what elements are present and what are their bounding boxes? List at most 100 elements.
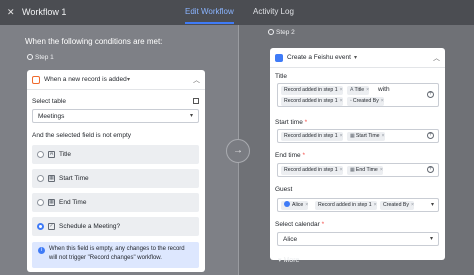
field-name: Schedule a Meeting? [59,223,121,230]
close-icon[interactable]: × [380,167,383,173]
tab-activity-log[interactable]: Activity Log [253,7,294,16]
end-time-input[interactable]: Record added in step 1 × ▦End Time × + [277,163,439,177]
field-name: Start Time [59,175,89,182]
start-time-label: Start time * [275,119,307,126]
close-icon[interactable]: × [374,202,377,208]
token-text: Record added in step 1 [284,98,338,104]
step-1-text: Step 1 [35,54,54,61]
trigger-card: When a new record is added ▾ ︿ Select ta… [27,70,205,272]
close-icon[interactable]: × [381,98,384,104]
feishu-calendar-icon [275,54,283,62]
title-label: Title [275,73,288,80]
close-icon[interactable]: × [366,87,369,93]
token-chip[interactable]: Record added in step 1 × [281,132,343,141]
action-label: Create a Feishu event [287,54,351,61]
chevron-down-icon[interactable]: ▾ [127,76,130,83]
radio-button[interactable] [37,199,44,206]
top-bar: ✕ Workflow 1 Edit Workflow Activity Log [0,0,474,25]
start-time-text: Start time [275,119,303,126]
token-text: Record added in step 1 [284,167,338,173]
chevron-up-icon[interactable]: ︿ [433,53,440,63]
calendar-field-icon: ▦ [350,133,355,139]
add-variable-icon[interactable]: + [427,132,434,139]
radio-button-selected[interactable] [37,223,44,230]
close-icon[interactable]: × [340,87,343,93]
token-text: Alice [292,202,304,208]
table-select[interactable]: Meetings ▾ [32,109,199,123]
external-link-icon[interactable] [193,98,199,104]
field-name: End Time [59,199,87,206]
arrow-right-icon: → [226,139,250,163]
text-field-icon: A [350,87,354,93]
info-text: When this field is empty, any changes to… [49,246,185,261]
radio-button[interactable] [37,151,44,158]
token-text: Record added in step 1 [318,202,372,208]
title-input[interactable]: Record added in step 1 × ATitle × with Rec… [277,83,439,107]
action-card-header[interactable]: Create a Feishu event ▾ ︿ [270,48,445,68]
step-icon [27,54,33,60]
tab-edit-workflow[interactable]: Edit Workflow [185,7,234,24]
checkbox-field-icon: ✓ [48,223,55,230]
info-notice: i When this field is empty, any changes … [32,242,199,268]
calendar-select-value: Alice [283,236,298,243]
required-mark: * [302,152,305,159]
add-variable-icon[interactable]: + [427,166,434,173]
chevron-down-icon: ▾ [429,236,433,242]
close-icon[interactable]: × [340,167,343,173]
field-empty-label: And the selected field is not empty [32,132,132,139]
workflow-title: Workflow 1 [22,7,67,17]
close-icon[interactable]: × [340,98,343,104]
token-chip[interactable]: Record added in step 1 × [315,201,377,210]
token-chip[interactable]: ATitle × [347,86,370,95]
chevron-down-icon[interactable]: ▾ [354,54,357,61]
token-chip[interactable]: ◦Created By × [347,97,384,106]
token-chip[interactable]: ▦Start Time × [347,132,385,141]
token-chip[interactable]: Record added in step 1 × [281,97,343,106]
token-chip[interactable]: Record added in step 1 × [281,86,343,95]
chevron-down-icon[interactable]: ▾ [431,201,434,208]
field-option-start-time[interactable]: ▦ Start Time [32,169,199,188]
radio-button[interactable] [37,175,44,182]
token-text: Title [354,87,365,93]
field-option-schedule-meeting[interactable]: ✓ Schedule a Meeting? [32,217,199,236]
end-time-label: End time * [275,152,305,159]
end-time-text: End time [275,152,301,159]
more-toggle[interactable]: ▾ More [278,256,299,264]
guest-label: Guest [275,186,293,193]
calendar-label: Select calendar * [275,221,324,228]
token-chip[interactable]: Record added in step 1 × [281,166,343,175]
close-icon[interactable]: × [340,133,343,139]
field-option-end-time[interactable]: ▦ End Time [32,193,199,212]
chevron-up-icon[interactable]: ︿ [193,75,200,85]
conditions-title: When the following conditions are met: [25,37,163,46]
close-icon[interactable]: ✕ [7,8,15,17]
field-name: Title [59,151,72,158]
close-icon[interactable]: × [305,202,308,208]
add-variable-icon[interactable]: + [427,91,434,98]
action-card: Create a Feishu event ▾ ︿ Title Record a… [270,48,445,260]
field-option-title[interactable]: A Title [32,145,199,164]
step-icon [268,29,274,35]
guest-input[interactable]: Alice × Record added in step 1 × Created B… [277,198,439,212]
chevron-down-icon: ▾ [278,257,282,264]
token-text: Created By [383,202,409,208]
chevron-down-icon: ▾ [189,113,193,119]
start-time-input[interactable]: Record added in step 1 × ▦Start Time × + [277,129,439,143]
close-icon[interactable]: × [411,202,414,208]
trigger-label: When a new record is added [44,76,127,83]
step-2-label: Step 2 [268,29,295,36]
close-icon[interactable]: × [382,133,385,139]
token-text: Created By [352,98,379,104]
step-1-label: Step 1 [27,54,54,61]
calendar-select[interactable]: Alice ▾ [277,232,439,246]
token-text: Record added in step 1 [284,133,338,139]
token-chip[interactable]: ▦End Time × [347,166,383,175]
token-chip[interactable]: Created By × [380,201,414,210]
token-chip[interactable]: Alice × [281,201,309,210]
calendar-field-icon: ▦ [48,199,55,206]
trigger-icon [32,76,40,84]
trigger-card-header[interactable]: When a new record is added ▾ ︿ [27,70,205,90]
token-text: Record added in step 1 [284,87,338,93]
token-text: Start Time [355,133,380,139]
text-field-icon: A [48,151,55,158]
